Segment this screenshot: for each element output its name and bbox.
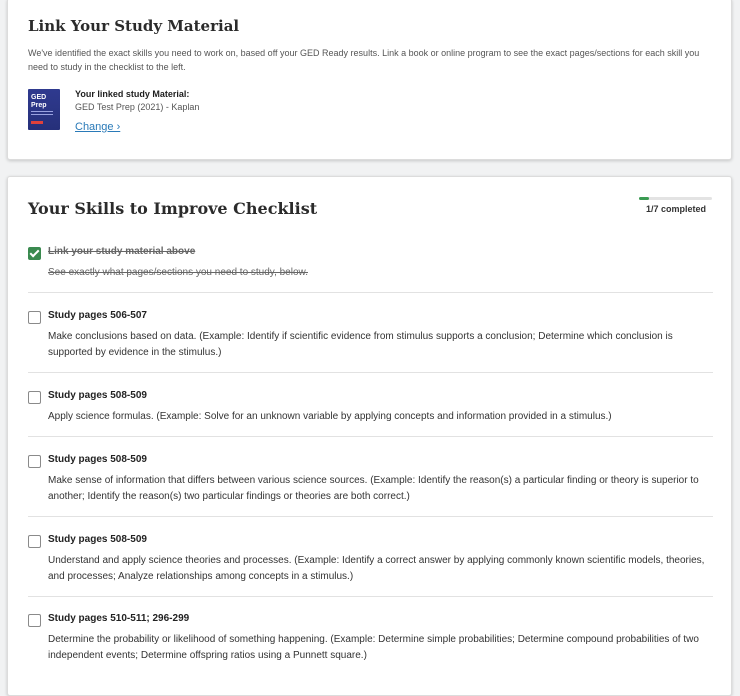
checklist-checkbox[interactable]: [28, 535, 41, 548]
checklist-item-description: Make sense of information that differs b…: [48, 475, 699, 502]
linked-material-value: GED Test Prep (2021) - Kaplan: [75, 102, 200, 112]
checklist-checkbox[interactable]: [28, 391, 41, 404]
checklist-item-description: Apply science formulas. (Example: Solve …: [48, 411, 612, 422]
checklist-item-title: Study pages 508-509: [48, 454, 147, 465]
divider: [28, 372, 713, 373]
checklist-item-title: Study pages 508-509: [48, 534, 147, 545]
divider: [28, 292, 713, 293]
checklist-checkbox[interactable]: [28, 311, 41, 324]
checklist-item-title: Study pages 506-507: [48, 310, 147, 321]
checklist-item-description: See exactly what pages/sections you need…: [48, 267, 308, 278]
checklist-item-description: Make conclusions based on data. (Example…: [48, 331, 673, 358]
checklist-checkbox[interactable]: [28, 247, 41, 260]
progress-bar-fill: [639, 197, 650, 200]
checklist-checkbox[interactable]: [28, 455, 41, 468]
checklist-title: Your Skills to Improve Checklist: [28, 199, 318, 218]
divider: [28, 436, 713, 437]
link-section-description: We've identified the exact skills you ne…: [28, 48, 700, 72]
skills-checklist-card: Your Skills to Improve Checklist 1/7 com…: [7, 176, 732, 696]
change-material-link[interactable]: Change ›: [75, 121, 120, 133]
link-study-material-card: Link Your Study Material We've identifie…: [7, 0, 732, 160]
checklist-item-title: Study pages 508-509: [48, 390, 147, 401]
checklist-item-title: Study pages 510-511; 296-299: [48, 613, 190, 624]
checklist-item-description: Determine the probability or likelihood …: [48, 634, 699, 661]
divider: [28, 596, 713, 597]
checklist-item-title: Link your study material above: [48, 246, 196, 257]
book-cover-image: GED Prep: [28, 89, 60, 130]
checklist-item-description: Understand and apply science theories an…: [48, 555, 705, 582]
book-cover-text: GED Prep: [31, 94, 47, 109]
linked-material-label: Your linked study Material:: [75, 89, 190, 99]
checklist-checkbox[interactable]: [28, 614, 41, 627]
progress-bar: [639, 197, 712, 200]
divider: [28, 516, 713, 517]
link-section-title: Link Your Study Material: [28, 17, 240, 35]
progress-text: 1/7 completed: [646, 204, 707, 214]
